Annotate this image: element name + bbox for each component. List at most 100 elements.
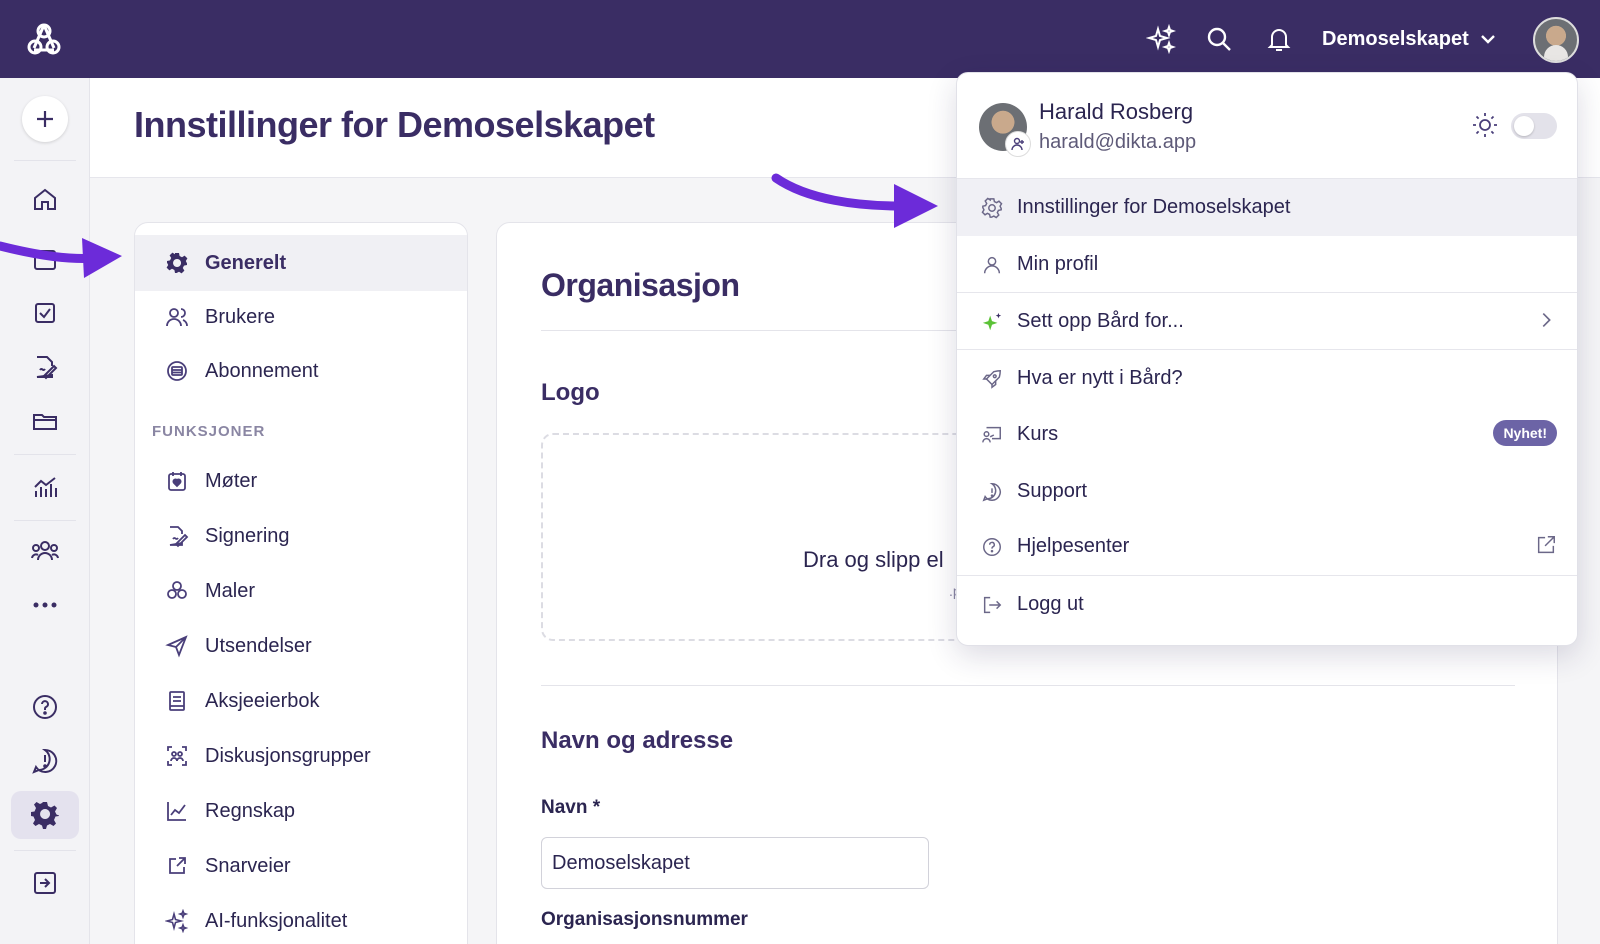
plus-icon: [37, 111, 53, 127]
menu-item-label: Hva er nytt i Bård?: [1017, 367, 1183, 389]
name-label: Navn *: [541, 797, 601, 818]
page-title: Innstillinger for Demoselskapet: [134, 104, 655, 145]
menu-item-label: Support: [1017, 480, 1088, 502]
menu-item-label: Logg ut: [1017, 593, 1084, 615]
settings-nav: Generelt Brukere Abonnement FUNKSJONER M…: [134, 222, 468, 944]
settings-nav-mailings[interactable]: Utsendelser: [135, 618, 467, 674]
nav-label: Diskusjonsgrupper: [205, 744, 371, 767]
logout-icon: [983, 596, 1002, 613]
menu-item-label: Innstillinger for Demoselskapet: [1017, 196, 1291, 218]
user-icon: [983, 256, 1001, 273]
team-icon[interactable]: [22, 528, 68, 574]
menu-item-help-center[interactable]: Hjelpesenter: [957, 518, 1577, 575]
tasks-icon[interactable]: [22, 290, 68, 336]
settings-icon[interactable]: [11, 791, 79, 839]
org-switcher[interactable]: Demoselskapet: [1322, 22, 1497, 56]
nav-label: Brukere: [205, 305, 276, 328]
presentation-icon: [982, 426, 1001, 442]
external-link-icon: [1537, 536, 1555, 554]
sparkles-icon[interactable]: [1146, 24, 1176, 54]
chevron-down-icon: [1480, 35, 1495, 44]
nav-label: Møter: [205, 469, 258, 492]
feedback-icon[interactable]: [22, 738, 68, 784]
help-icon[interactable]: [22, 684, 68, 730]
menu-item-label: Kurs: [1017, 423, 1059, 445]
settings-nav-general[interactable]: Generelt: [135, 235, 467, 291]
divider: [541, 685, 1515, 686]
nav-label: AI-funksjonalitet: [205, 909, 348, 932]
settings-nav-shortcuts[interactable]: Snarveier: [135, 838, 467, 894]
settings-nav-signing[interactable]: Signering: [135, 508, 467, 564]
collapse-rail-icon[interactable]: [22, 860, 68, 906]
nav-section-label: FUNKSJONER: [152, 423, 266, 440]
theme-toggle[interactable]: [1511, 113, 1557, 139]
menu-item-label: Min profil: [1017, 253, 1099, 275]
signature-icon: [169, 526, 189, 548]
gear-icon: [981, 197, 1003, 218]
annotation-arrow-right: [771, 173, 938, 228]
menu-item-whats-new[interactable]: Hva er nytt i Bård?: [957, 350, 1577, 407]
users-icon: [166, 308, 188, 327]
menu-item-org-settings[interactable]: Innstillinger for Demoselskapet: [957, 179, 1577, 236]
settings-nav-discussion-groups[interactable]: Diskusjonsgrupper: [135, 728, 467, 784]
left-rail: [0, 78, 90, 944]
help-circle-icon: [983, 537, 1001, 556]
settings-nav-accounting[interactable]: Regnskap: [135, 783, 467, 839]
nav-label: Regnskap: [205, 799, 296, 822]
menu-item-setup-bard[interactable]: Sett opp Bård for...: [957, 293, 1577, 350]
folder-icon[interactable]: [22, 398, 68, 444]
shortcut-icon: [169, 857, 186, 874]
book-icon: [169, 691, 185, 711]
more-icon[interactable]: [22, 582, 68, 628]
section-title: Organisasjon: [541, 267, 740, 303]
sparkles-icon: [165, 909, 189, 933]
support-icon: [982, 482, 1001, 502]
search-icon[interactable]: [1204, 24, 1234, 54]
settings-nav-templates[interactable]: Maler: [135, 563, 467, 619]
settings-nav-users[interactable]: Brukere: [135, 289, 467, 345]
app-logo-icon[interactable]: [24, 20, 64, 60]
user-menu-header: Harald Rosberg harald@dikta.app: [957, 73, 1577, 179]
user-email: harald@dikta.app: [1039, 131, 1197, 153]
menu-item-logout[interactable]: Logg ut: [957, 576, 1577, 633]
nav-label: Aksjeeierbok: [205, 689, 320, 712]
switch-user-icon[interactable]: [1005, 131, 1031, 157]
menu-item-profile[interactable]: Min profil: [957, 236, 1577, 293]
nav-label: Signering: [205, 524, 290, 547]
settings-nav-meetings[interactable]: Møter: [135, 453, 467, 509]
logo-heading: Logo: [541, 379, 600, 406]
sparkle-star-icon: [982, 312, 1002, 330]
menu-item-label: Sett opp Bård for...: [1017, 310, 1184, 332]
rocket-icon: [982, 369, 1001, 389]
menu-item-support[interactable]: Support: [957, 463, 1577, 520]
orgnr-label: Organisasjonsnummer: [541, 909, 748, 930]
nav-label: Maler: [205, 579, 256, 602]
calendar-heart-icon: [168, 472, 186, 491]
menu-item-courses[interactable]: Kurs Nyhet!: [957, 406, 1577, 463]
dropzone-text: Dra og slipp el: [803, 547, 944, 572]
signature-icon[interactable]: [22, 344, 68, 390]
org-name: Demoselskapet: [1322, 27, 1469, 50]
settings-nav-shareholder-book[interactable]: Aksjeeierbok: [135, 673, 467, 729]
analytics-icon[interactable]: [22, 464, 68, 510]
address-heading: Navn og adresse: [541, 727, 734, 754]
home-icon[interactable]: [22, 176, 68, 222]
sun-icon: [1473, 113, 1497, 137]
send-icon: [165, 635, 188, 658]
chart-line-icon: [167, 802, 186, 821]
user-avatar[interactable]: [1533, 17, 1579, 63]
create-new-button[interactable]: [22, 96, 68, 142]
bell-icon[interactable]: [1264, 24, 1294, 54]
templates-icon: [167, 581, 187, 599]
annotation-arrow-left: [0, 238, 122, 278]
user-menu: Harald Rosberg harald@dikta.app Innstill…: [956, 72, 1578, 646]
nav-label: Generelt: [205, 251, 287, 274]
nav-label: Utsendelser: [205, 634, 312, 657]
discussion-icon: [167, 746, 187, 766]
new-badge: Nyhet!: [1493, 420, 1557, 446]
user-name: Harald Rosberg: [1039, 99, 1194, 124]
menu-item-label: Hjelpesenter: [1017, 535, 1130, 557]
name-field[interactable]: [541, 837, 929, 889]
settings-nav-subscription[interactable]: Abonnement: [135, 343, 467, 399]
settings-nav-ai[interactable]: AI-funksjonalitet: [135, 893, 467, 944]
